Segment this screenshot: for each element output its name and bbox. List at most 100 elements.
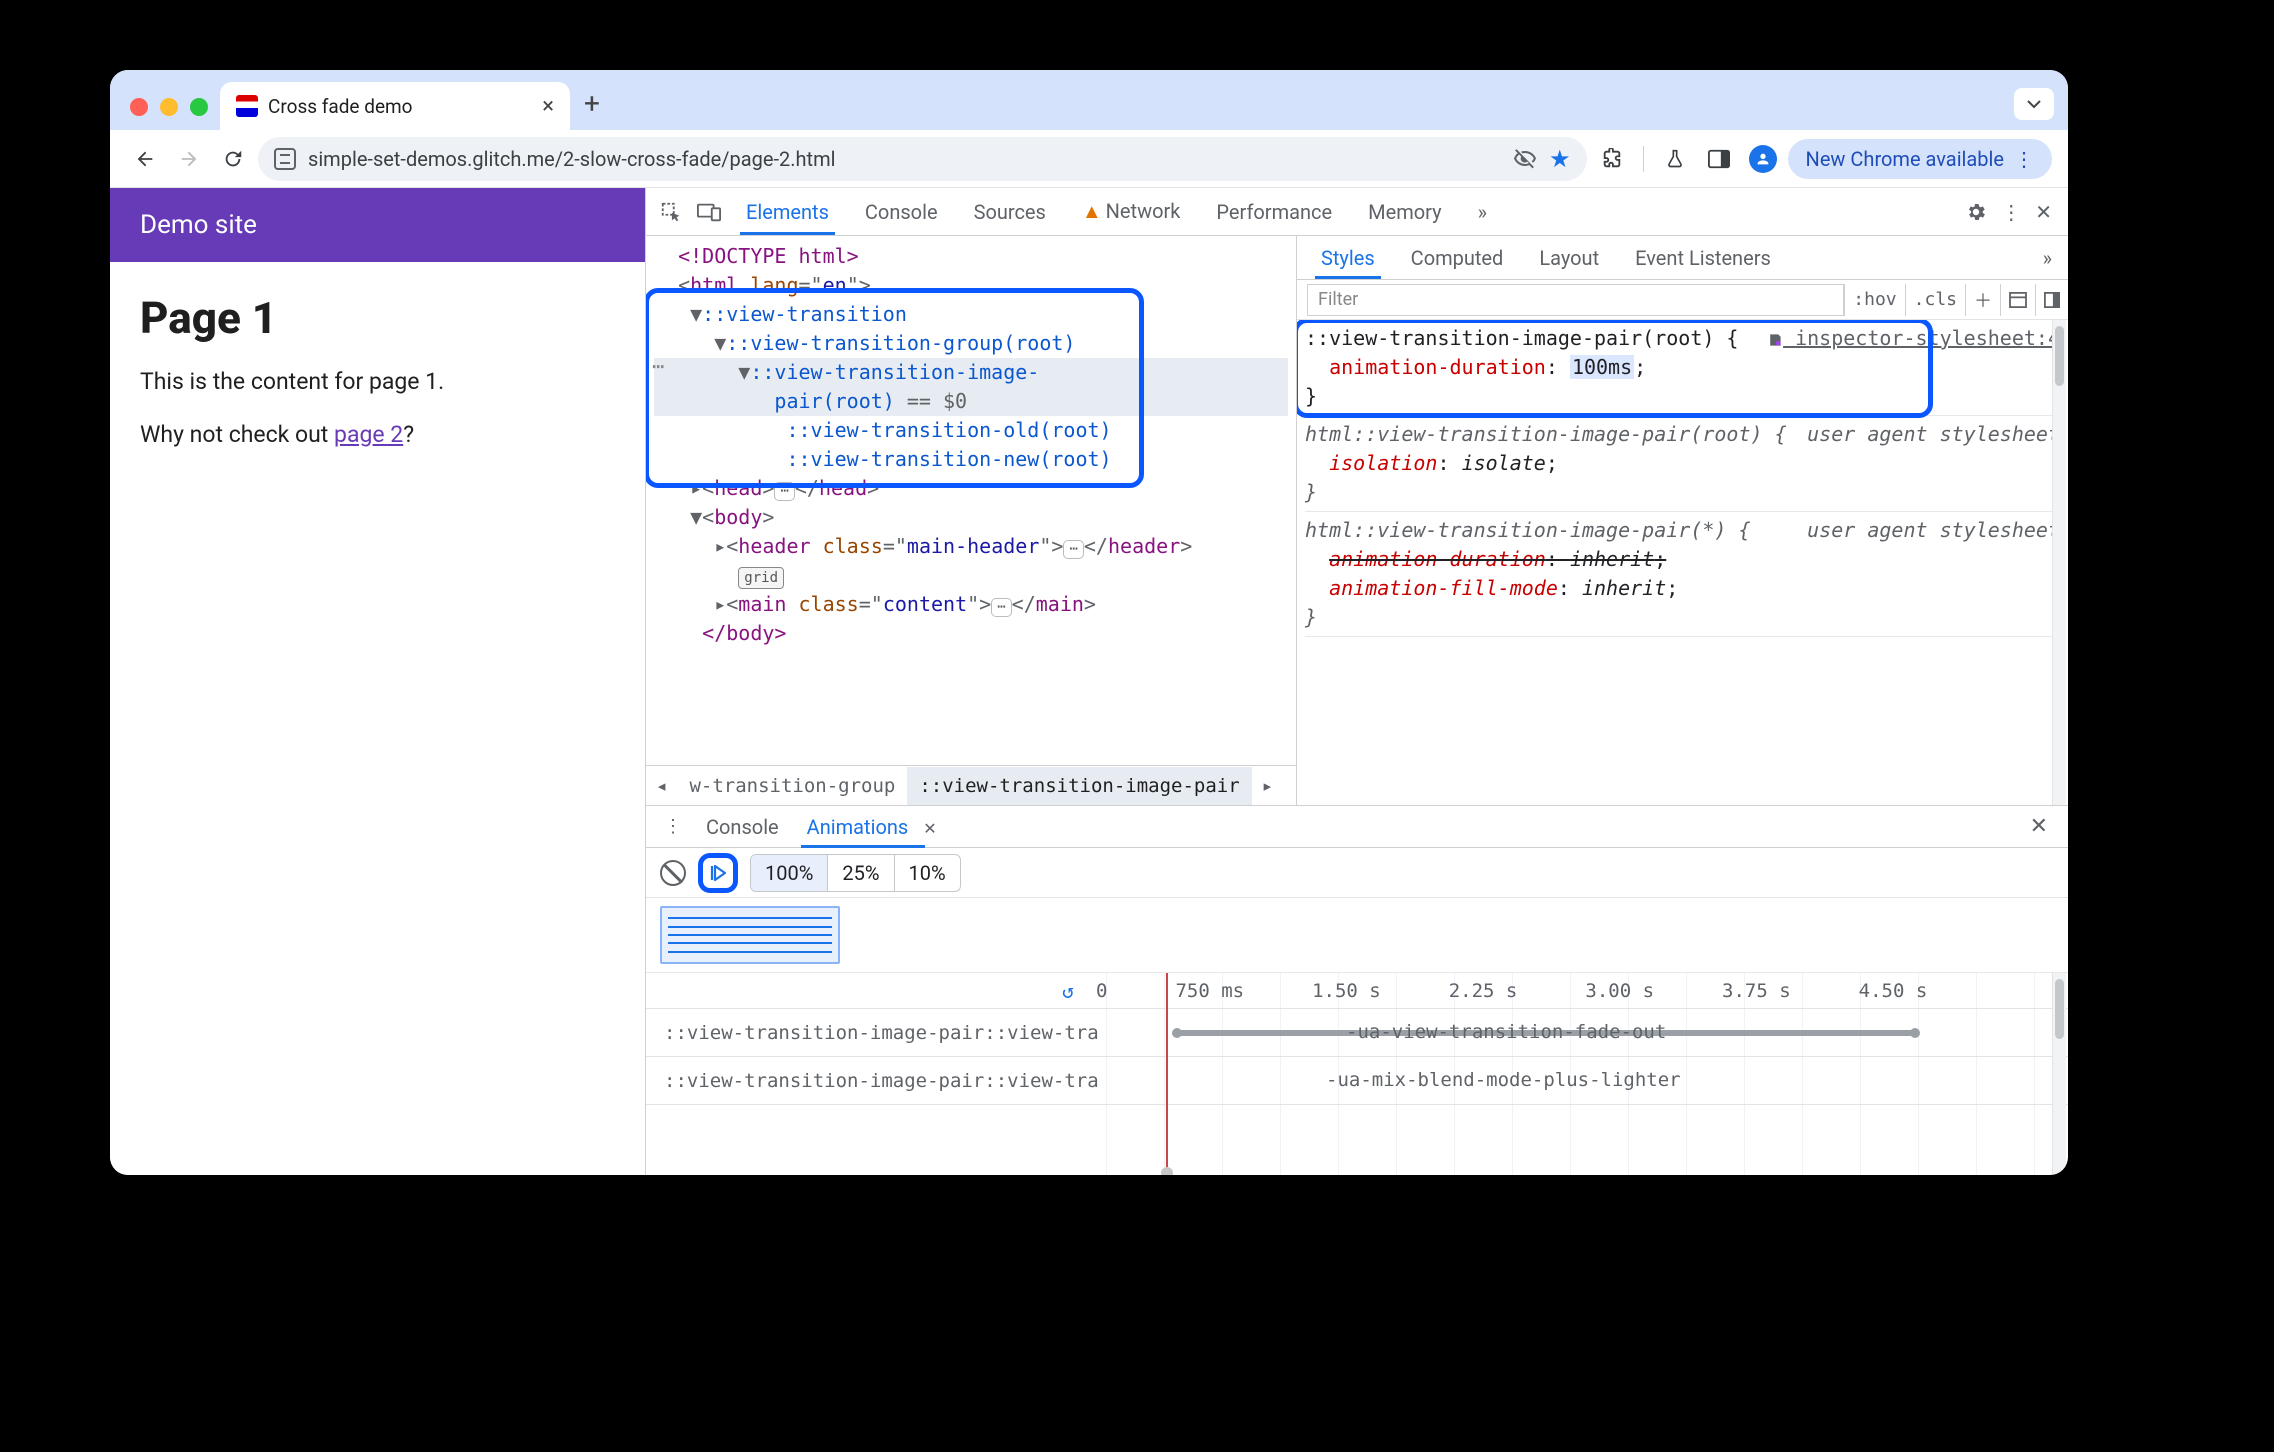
scrollbar[interactable] xyxy=(2052,320,2066,805)
labs-button[interactable] xyxy=(1656,140,1694,178)
speed-25[interactable]: 25% xyxy=(828,855,894,891)
tab-sources[interactable]: Sources xyxy=(958,190,1062,234)
elements-tree[interactable]: <!DOCTYPE html> <html lang="en"> ▼::view… xyxy=(646,236,1296,765)
tab-search-button[interactable] xyxy=(2014,88,2054,120)
settings-gear-icon[interactable] xyxy=(1965,201,1987,223)
tab-console[interactable]: Console xyxy=(849,190,954,234)
new-tab-button[interactable]: + xyxy=(570,87,614,130)
inspect-element-icon[interactable] xyxy=(654,201,688,223)
tab-layout[interactable]: Layout xyxy=(1521,238,1617,278)
tab-close-icon[interactable]: ✕ xyxy=(923,819,936,838)
ruler-tick: 0 xyxy=(1096,980,1107,1002)
back-button[interactable] xyxy=(126,140,164,178)
profile-button[interactable] xyxy=(1744,140,1782,178)
tree-line[interactable]: ::view-transition-new(root) xyxy=(654,445,1288,474)
tree-line[interactable]: ▼<body> xyxy=(654,503,1288,532)
collapsed-ellipsis-icon[interactable]: ⋯ xyxy=(991,598,1011,617)
css-rule[interactable]: user agent stylesheet html::view-transit… xyxy=(1305,420,2060,512)
window-maximize-icon[interactable] xyxy=(190,98,208,116)
cls-toggle[interactable]: .cls xyxy=(1905,284,1965,316)
css-brace: } xyxy=(1305,384,1317,408)
browser-tab[interactable]: Cross fade demo × xyxy=(220,82,570,130)
tree-line[interactable]: ▸<head>⋯</head> xyxy=(654,474,1288,503)
css-selector: html::view-transition-image-pair(*) { xyxy=(1305,518,1751,542)
scrollbar[interactable] xyxy=(2052,973,2066,1175)
tree-line[interactable]: grid xyxy=(654,561,1288,590)
grid-badge[interactable]: grid xyxy=(738,567,784,589)
track-selector: ::view-transition-image-pair::view-tra xyxy=(646,1070,1106,1092)
reload-button[interactable] xyxy=(214,140,252,178)
collapsed-ellipsis-icon[interactable]: ⋯ xyxy=(1063,540,1083,559)
tab-elements[interactable]: Elements xyxy=(730,190,845,234)
tab-event-listeners[interactable]: Event Listeners xyxy=(1617,238,1789,278)
chrome-update-pill[interactable]: New Chrome available ⋮ xyxy=(1788,139,2052,179)
collapsed-ellipsis-icon[interactable]: ⋯ xyxy=(774,482,794,501)
devtools-kebab-icon[interactable]: ⋮ xyxy=(2001,200,2021,224)
devtools-close-icon[interactable]: ✕ xyxy=(2035,200,2052,224)
animation-track[interactable]: ::view-transition-image-pair::view-tra -… xyxy=(646,1009,2068,1057)
tree-selected-line[interactable]: ▼::view-transition-image- xyxy=(654,358,1288,387)
styles-overflow-icon[interactable]: » xyxy=(2033,246,2062,270)
css-rule[interactable]: inspector-stylesheet:4 ::view-transition… xyxy=(1305,324,2060,416)
side-panel-button[interactable] xyxy=(1700,140,1738,178)
breadcrumb-item-selected[interactable]: ::view-transition-image-pair xyxy=(907,767,1251,805)
window-minimize-icon[interactable] xyxy=(160,98,178,116)
drawer-close-icon[interactable]: ✕ xyxy=(2018,814,2060,839)
drawer-kebab-icon[interactable]: ⋮ xyxy=(654,816,692,837)
css-rule[interactable]: user agent stylesheet html::view-transit… xyxy=(1305,516,2060,637)
play-pause-button[interactable] xyxy=(698,853,738,893)
incognito-blocked-icon[interactable] xyxy=(1513,147,1537,171)
url-text: simple-set-demos.glitch.me/2-slow-cross-… xyxy=(308,147,836,171)
breadcrumb-item[interactable]: w-transition-group xyxy=(677,767,907,805)
page-2-link[interactable]: page 2 xyxy=(334,421,403,448)
computed-toggle-icon[interactable] xyxy=(2000,284,2035,316)
tab-performance[interactable]: Performance xyxy=(1200,190,1348,234)
hov-toggle[interactable]: :hov xyxy=(1844,284,1904,316)
css-property[interactable]: animation-duration xyxy=(1329,355,1546,379)
tree-selected-line[interactable]: pair(root) == $0 xyxy=(654,387,1288,416)
animation-track[interactable]: ::view-transition-image-pair::view-tra -… xyxy=(646,1057,2068,1105)
forward-button[interactable] xyxy=(170,140,208,178)
address-bar[interactable]: simple-set-demos.glitch.me/2-slow-cross-… xyxy=(258,137,1587,181)
window-close-icon[interactable] xyxy=(130,98,148,116)
css-value[interactable]: 100ms xyxy=(1570,355,1634,379)
site-header: Demo site xyxy=(110,188,645,262)
device-toggle-icon[interactable] xyxy=(692,202,726,222)
tree-line[interactable]: ▼::view-transition xyxy=(654,300,1288,329)
tree-line[interactable]: ▸<main class="content">⋯</main> xyxy=(654,590,1288,619)
tree-line[interactable]: ::view-transition-old(root) xyxy=(654,416,1288,445)
rule-source-link[interactable]: inspector-stylesheet:4 xyxy=(1767,324,2060,353)
styles-body[interactable]: inspector-stylesheet:4 ::view-transition… xyxy=(1297,320,2068,805)
styles-filter-input[interactable]: Filter xyxy=(1307,284,1844,316)
speed-100[interactable]: 100% xyxy=(751,855,828,891)
tree-line[interactable]: </body> xyxy=(654,619,1288,648)
drawer-tab-console[interactable]: Console xyxy=(692,807,793,847)
tree-line[interactable]: ▸<header class="main-header">⋯</header> xyxy=(654,532,1288,561)
bookmark-star-icon[interactable]: ★ xyxy=(1549,145,1571,173)
tree-line[interactable]: <html lang="en"> xyxy=(654,271,1288,300)
crumb-scroll-right-icon[interactable]: ▸ xyxy=(1252,775,1283,797)
animation-bar-label: -ua-view-transition-fade-out xyxy=(1346,1021,1666,1043)
tab-overflow[interactable]: » xyxy=(1462,190,1503,234)
new-style-rule-icon[interactable]: ＋ xyxy=(1965,284,2000,316)
animation-timeline[interactable]: ↺ 0 750 ms 1.50 s 2.25 s 3.00 s 3.75 s 4… xyxy=(646,973,2068,1175)
tab-styles[interactable]: Styles xyxy=(1303,238,1393,278)
replay-icon[interactable]: ↺ xyxy=(1062,979,1074,1003)
site-settings-icon[interactable] xyxy=(274,148,296,170)
tab-strip: Cross fade demo × + xyxy=(110,70,2068,130)
tab-memory[interactable]: Memory xyxy=(1352,190,1457,234)
overflow-menu-icon[interactable]: ⋯ xyxy=(652,354,664,378)
tree-line[interactable]: <!DOCTYPE html> xyxy=(654,242,1288,271)
tab-computed[interactable]: Computed xyxy=(1393,238,1522,278)
extensions-button[interactable] xyxy=(1593,140,1631,178)
drawer-tab-animations[interactable]: Animations ✕ xyxy=(793,807,951,847)
tree-line[interactable]: ▼::view-transition-group(root) xyxy=(654,329,1288,358)
link-prefix: Why not check out xyxy=(140,421,334,448)
tab-close-icon[interactable]: × xyxy=(542,94,554,119)
speed-10[interactable]: 10% xyxy=(895,855,960,891)
crumb-scroll-left-icon[interactable]: ◂ xyxy=(646,775,677,797)
tab-network[interactable]: ▲Network xyxy=(1066,189,1197,234)
styles-sidebar-toggle-icon[interactable] xyxy=(2035,284,2068,316)
animation-group-thumb[interactable] xyxy=(660,906,840,964)
clear-animations-icon[interactable] xyxy=(660,860,686,886)
